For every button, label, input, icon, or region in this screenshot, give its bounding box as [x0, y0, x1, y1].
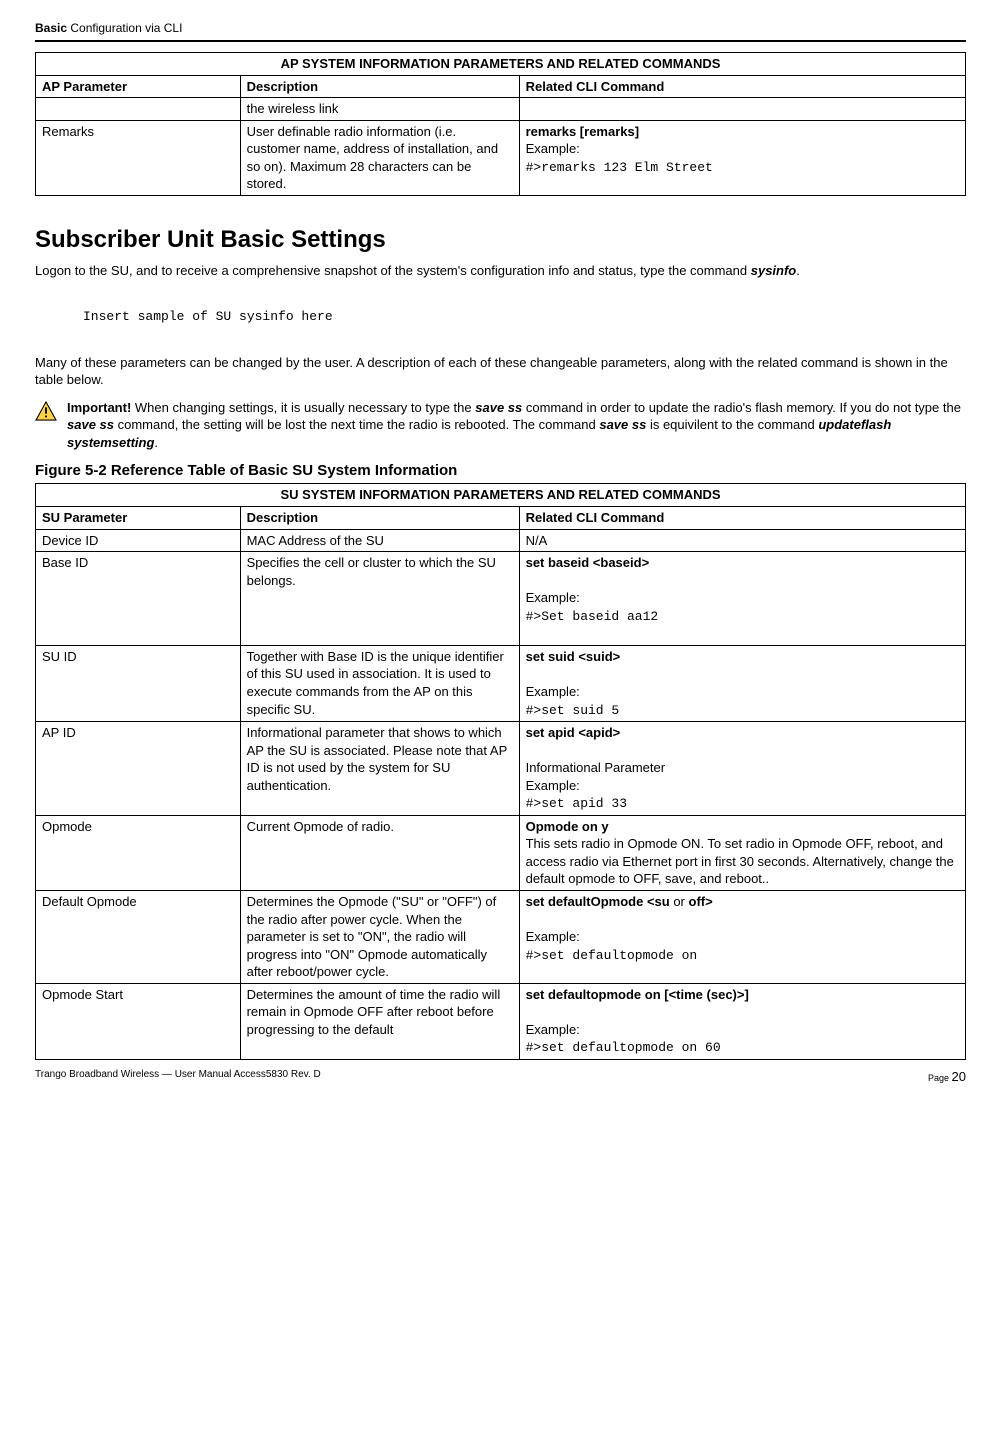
- ap-col-command: Related CLI Command: [519, 75, 965, 98]
- su-param-cell: SU ID: [36, 645, 241, 721]
- su-table-title: SU SYSTEM INFORMATION PARAMETERS AND REL…: [36, 484, 966, 507]
- example-cmd: #>set defaultopmode on: [526, 948, 698, 963]
- su-col-param: SU Parameter: [36, 507, 241, 530]
- opmode-explanation: This sets radio in Opmode ON. To set rad…: [526, 836, 954, 886]
- header-divider: [35, 40, 966, 42]
- important-cmd2: save ss: [67, 417, 114, 432]
- example-cmd: #>remarks 123 Elm Street: [526, 160, 713, 175]
- example-label: Example:: [526, 778, 580, 793]
- important-cmd3: save ss: [599, 417, 646, 432]
- ap-cmd-cell: remarks [remarks] Example: #>remarks 123…: [519, 120, 965, 195]
- ap-col-param: AP Parameter: [36, 75, 241, 98]
- section-intro: Logon to the SU, and to receive a compre…: [35, 262, 966, 280]
- cmd-syntax: remarks [remarks]: [526, 124, 639, 139]
- important-a: When changing settings, it is usually ne…: [131, 400, 475, 415]
- ap-cmd-cell: [519, 98, 965, 121]
- su-desc-cell: Informational parameter that shows to wh…: [240, 722, 519, 816]
- ap-parameters-table: AP SYSTEM INFORMATION PARAMETERS AND REL…: [35, 52, 966, 196]
- important-label: Important!: [67, 400, 131, 415]
- cmd-syntax-pre: set defaultOpmode <su: [526, 894, 674, 909]
- important-cmd1: save ss: [475, 400, 522, 415]
- example-label: Example:: [526, 929, 580, 944]
- su-col-description: Description: [240, 507, 519, 530]
- table-row: Default Opmode Determines the Opmode ("S…: [36, 890, 966, 983]
- cmd-syntax: set suid <suid>: [526, 649, 621, 664]
- intro-suffix: .: [796, 263, 800, 278]
- important-b: command in order to update the radio's f…: [522, 400, 961, 415]
- table-row: Remarks User definable radio information…: [36, 120, 966, 195]
- warning-icon: [35, 401, 57, 421]
- su-param-cell: Base ID: [36, 552, 241, 646]
- example-cmd: #>Set baseid aa12: [526, 609, 659, 624]
- example-label: Example:: [526, 684, 580, 699]
- su-cmd-cell: set apid <apid> Informational Parameter …: [519, 722, 965, 816]
- sysinfo-sample-placeholder: Insert sample of SU sysinfo here: [83, 308, 966, 326]
- table-row: Opmode Current Opmode of radio. Opmode o…: [36, 815, 966, 890]
- figure-caption: Figure 5-2 Reference Table of Basic SU S…: [35, 461, 966, 481]
- su-cmd-cell: set defaultOpmode <su or off> Example: #…: [519, 890, 965, 983]
- page-header: Basic Configuration via CLI: [35, 20, 966, 36]
- important-e: .: [154, 435, 158, 450]
- important-d: is equivilent to the command: [646, 417, 818, 432]
- su-desc-cell: Specifies the cell or cluster to which t…: [240, 552, 519, 646]
- cmd-syntax: Opmode on y: [526, 819, 609, 834]
- ap-desc-cell: the wireless link: [240, 98, 519, 121]
- cmd-or: or: [673, 894, 685, 909]
- su-parameters-table: SU SYSTEM INFORMATION PARAMETERS AND REL…: [35, 483, 966, 1059]
- ap-table-title: AP SYSTEM INFORMATION PARAMETERS AND REL…: [36, 53, 966, 76]
- cmd-syntax-post: off>: [685, 894, 713, 909]
- su-cmd-cell: set baseid <baseid> Example: #>Set basei…: [519, 552, 965, 646]
- example-label: Example:: [526, 590, 580, 605]
- su-param-cell: AP ID: [36, 722, 241, 816]
- su-param-cell: Opmode Start: [36, 983, 241, 1059]
- ap-col-description: Description: [240, 75, 519, 98]
- example-label: Example:: [526, 1022, 580, 1037]
- su-cmd-cell: set suid <suid> Example: #>set suid 5: [519, 645, 965, 721]
- su-desc-cell: Determines the Opmode ("SU" or "OFF") of…: [240, 890, 519, 983]
- su-col-command: Related CLI Command: [519, 507, 965, 530]
- info-parameter-note: Informational Parameter: [526, 760, 665, 775]
- table-row: Base ID Specifies the cell or cluster to…: [36, 552, 966, 646]
- su-desc-cell: Current Opmode of radio.: [240, 815, 519, 890]
- cmd-syntax: set apid <apid>: [526, 725, 621, 740]
- table-row: AP ID Informational parameter that shows…: [36, 722, 966, 816]
- important-c: command, the setting will be lost the ne…: [114, 417, 599, 432]
- example-cmd: #>set defaultopmode on 60: [526, 1040, 721, 1055]
- su-desc-cell: Determines the amount of time the radio …: [240, 983, 519, 1059]
- ap-param-cell: [36, 98, 241, 121]
- intro-text: Logon to the SU, and to receive a compre…: [35, 263, 751, 278]
- header-bold: Basic: [35, 21, 67, 35]
- page-number: 20: [952, 1069, 966, 1084]
- table-row: Opmode Start Determines the amount of ti…: [36, 983, 966, 1059]
- footer-left: Trango Broadband Wireless — User Manual …: [35, 1068, 321, 1086]
- example-cmd: #>set suid 5: [526, 703, 620, 718]
- su-param-cell: Default Opmode: [36, 890, 241, 983]
- su-param-cell: Device ID: [36, 529, 241, 552]
- section-heading: Subscriber Unit Basic Settings: [35, 224, 966, 256]
- important-text: Important! When changing settings, it is…: [67, 399, 966, 452]
- example-cmd: #>set apid 33: [526, 796, 627, 811]
- su-cmd-cell: Opmode on y This sets radio in Opmode ON…: [519, 815, 965, 890]
- important-note: Important! When changing settings, it is…: [35, 399, 966, 452]
- footer-right: Page 20: [928, 1068, 966, 1086]
- intro-cmd: sysinfo: [751, 263, 797, 278]
- example-label: Example:: [526, 141, 580, 156]
- table-row: the wireless link: [36, 98, 966, 121]
- ap-desc-cell: User definable radio information (i.e. c…: [240, 120, 519, 195]
- su-param-cell: Opmode: [36, 815, 241, 890]
- su-desc-cell: Together with Base ID is the unique iden…: [240, 645, 519, 721]
- table-row: SU ID Together with Base ID is the uniqu…: [36, 645, 966, 721]
- page-label: Page: [928, 1073, 952, 1083]
- parameters-intro-paragraph: Many of these parameters can be changed …: [35, 354, 966, 389]
- cmd-syntax: set defaultopmode on [<time (sec)>]: [526, 987, 749, 1002]
- table-row: Device ID MAC Address of the SU N/A: [36, 529, 966, 552]
- cmd-syntax: set baseid <baseid>: [526, 555, 650, 570]
- su-cmd-cell: set defaultopmode on [<time (sec)>] Exam…: [519, 983, 965, 1059]
- ap-param-cell: Remarks: [36, 120, 241, 195]
- page-footer: Trango Broadband Wireless — User Manual …: [35, 1068, 966, 1086]
- header-rest: Configuration via CLI: [67, 21, 182, 35]
- su-desc-cell: MAC Address of the SU: [240, 529, 519, 552]
- su-cmd-cell: N/A: [519, 529, 965, 552]
